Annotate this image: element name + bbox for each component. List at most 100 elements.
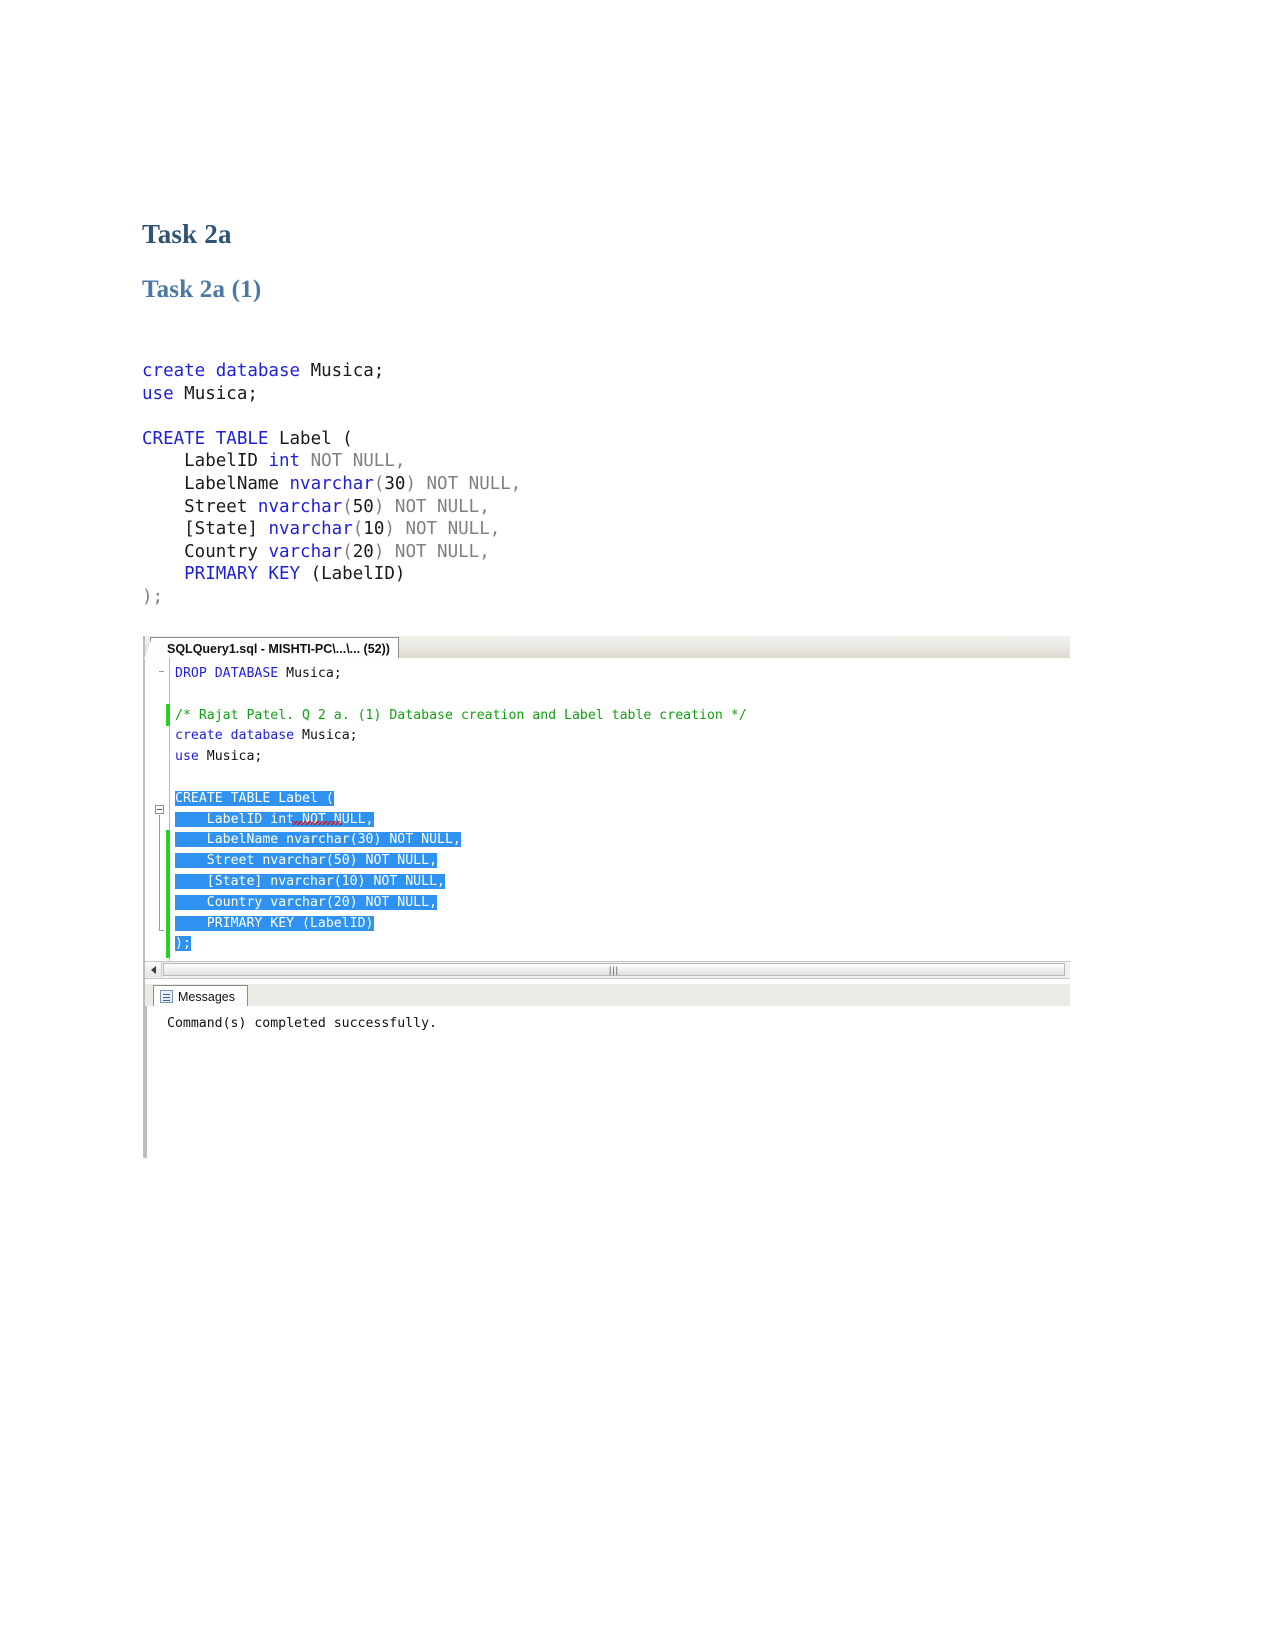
doc-code-token: ); [142,586,164,607]
editor-code-line: LabelName nvarchar(30) NOT NULL, [175,830,747,851]
doc-code-token: ( [373,473,385,494]
messages-pane: Command(s) completed successfully. [145,1006,1070,1158]
scrollbar-grip-icon: ||| [608,965,620,975]
doc-code-token: Musica; [310,361,385,381]
doc-code-line: CREATE TABLE Label ( [142,428,521,451]
doc-code-line: use Musica; [142,383,521,406]
fold-tick-create-table-end [159,930,164,931]
document-page: Task 2a Task 2a (1) create database Musi… [0,0,1275,1650]
editor-code-line [175,768,747,789]
doc-code-token: 10 [363,519,385,540]
editor-code-line: Country varchar(20) NOT NULL, [175,893,747,914]
doc-code-token: ) [405,473,416,494]
doc-code-token: Street [142,496,258,517]
messages-icon [160,990,173,1003]
tab-label: SQLQuery1.sql - MISHTI-PC\...\... (52)) [167,641,390,656]
editor-code-line: PRIMARY KEY (LabelID) [175,914,747,935]
doc-code-token: Musica; [184,383,258,404]
doc-code-token: LabelName [142,473,290,494]
doc-code-token: ( [352,519,364,540]
editor-code: DROP DATABASE Musica; /* Rajat Patel. Q … [175,664,747,955]
editor-code-token: ); [175,936,191,952]
doc-code-token: Label ( [278,428,353,449]
doc-code-token: PRIMARY KEY [142,564,311,585]
error-squiggle-label [292,821,342,825]
messages-tab-label: Messages [178,989,235,1004]
fold-line-create-table [159,815,160,930]
doc-code-token: NOT NULL, [415,473,522,494]
doc-code-token: 30 [384,473,406,494]
sql-editor[interactable]: DROP DATABASE Musica; /* Rajat Patel. Q … [145,658,1070,961]
results-tab-strip: Messages [145,984,1070,1007]
editor-code-token: [State] nvarchar(10) NOT NULL, [175,873,445,889]
doc-code-line: LabelID int NOT NULL, [142,450,521,473]
editor-code-line: Street nvarchar(50) NOT NULL, [175,851,747,872]
doc-code-line: [State] nvarchar(10) NOT NULL, [142,518,521,541]
fold-tick-drop [159,671,164,672]
tab-messages[interactable]: Messages [153,985,248,1007]
editor-code-token: Street nvarchar(50) NOT NULL, [175,853,438,869]
doc-code-token: NOT NULL, [384,541,490,562]
editor-code-token: LabelName nvarchar(30) NOT NULL, [175,832,461,848]
editor-code-token: CREATE TABLE Label ( [175,790,334,806]
doc-code-token: CREATE TABLE [142,428,279,449]
doc-code-token: 20 [352,541,374,562]
editor-code-token: PRIMARY KEY (LabelID) [175,915,374,931]
editor-horizontal-scrollbar[interactable]: ||| [145,961,1070,979]
change-bar-comment [166,704,170,726]
doc-code-token: int [268,451,301,472]
editor-code-token: Musica; [286,666,342,681]
doc-code-token: Country [142,541,269,562]
doc-code-token: ) [384,519,395,540]
doc-code-line: Country varchar(20) NOT NULL, [142,541,521,564]
doc-code-line: ); [142,586,521,609]
messages-output-text: Command(s) completed successfully. [167,1016,437,1031]
editor-code-line: /* Rajat Patel. Q 2 a. (1) Database crea… [175,706,747,727]
editor-code-line: CREATE TABLE Label ( [175,789,747,810]
doc-code-token: varchar [268,541,343,562]
editor-code-token: Musica; [206,749,263,765]
messages-left-border [145,1006,147,1158]
doc-code-line [142,405,521,428]
editor-code-token: create database [175,728,303,744]
doc-code-token: use [142,383,185,404]
fold-toggle-create-table[interactable] [155,805,164,814]
doc-code-token: NOT NULL, [300,451,406,472]
editor-code-line [175,685,747,706]
scrollbar-thumb[interactable]: ||| [163,963,1065,976]
doc-code-token: LabelID [142,451,269,472]
document-code-block: create database Musica; use Musica; CREAT… [142,360,521,609]
editor-code-line: LabelID int NOT NULL, [175,810,747,831]
editor-code-line: use Musica; [175,747,747,768]
change-bar-selection [166,830,170,958]
editor-code-token: Musica; [302,728,358,744]
doc-code-token: NOT NULL, [394,519,501,540]
editor-code-line: [State] nvarchar(10) NOT NULL, [175,872,747,893]
doc-code-token: nvarchar [268,519,353,540]
doc-code-token: ) [373,496,385,517]
doc-code-line: PRIMARY KEY (LabelID) [142,563,521,586]
doc-code-token: nvarchar [289,473,374,494]
editor-tab-strip: SQLQuery1.sql - MISHTI-PC\...\... (52)) [144,636,1070,659]
scroll-left-arrow-icon[interactable] [145,962,162,977]
editor-code-token: DROP DATABASE [175,666,287,681]
doc-code-token: (LabelID) [310,564,406,585]
section-heading: Task 2a (1) [142,276,262,303]
editor-code-token: use [175,749,207,765]
ssms-screenshot: SQLQuery1.sql - MISHTI-PC\...\... (52)) … [143,632,1070,1158]
doc-code-token: [State] [142,519,269,540]
doc-code-line: Street nvarchar(50) NOT NULL, [142,496,521,519]
doc-code-token: 50 [352,496,374,517]
doc-code-token: nvarchar [257,496,343,517]
editor-code-line: DROP DATABASE Musica; [175,664,747,685]
doc-code-token: create database [142,361,311,381]
doc-code-token: ) [373,541,385,562]
editor-code-line: ); [175,934,747,955]
doc-code-line: create database Musica; [142,360,521,383]
doc-code-token: NOT NULL, [384,496,490,517]
editor-code-line: create database Musica; [175,726,747,747]
tab-sqlquery1[interactable]: SQLQuery1.sql - MISHTI-PC\...\... (52)) [144,637,399,659]
doc-code-line: LabelName nvarchar(30) NOT NULL, [142,473,521,496]
editor-code-token: Country varchar(20) NOT NULL, [175,894,438,910]
doc-code-token: ( [342,496,353,517]
